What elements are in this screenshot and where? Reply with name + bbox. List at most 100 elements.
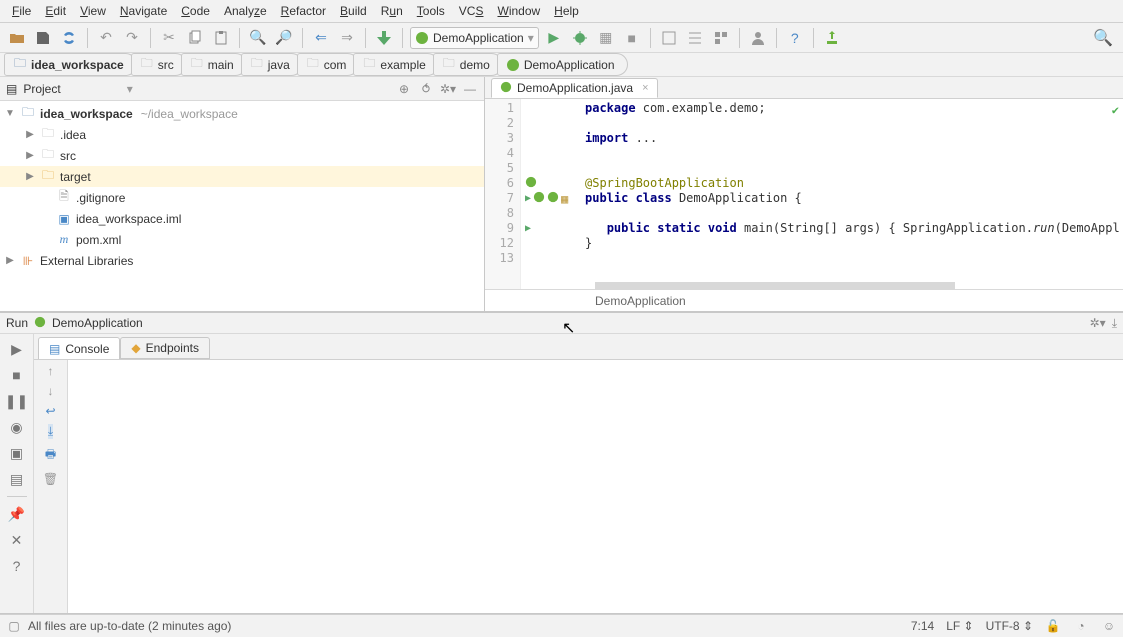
back-icon[interactable]: ⇐ — [310, 27, 332, 49]
close-tab-icon[interactable]: × — [642, 82, 648, 94]
help-icon[interactable]: ? — [784, 27, 806, 49]
menu-edit[interactable]: Edit — [39, 2, 72, 20]
find-icon[interactable]: 🔍 — [247, 27, 269, 49]
spring-bean-icon[interactable] — [525, 176, 537, 191]
menu-navigate[interactable]: Navigate — [114, 2, 173, 20]
readonly-icon[interactable]: 🔓 — [1045, 618, 1061, 634]
run-button[interactable]: ▶ — [543, 27, 565, 49]
pause-icon[interactable]: ❚❚ — [6, 390, 28, 412]
crumb-example[interactable]: 🗀example — [353, 53, 438, 76]
undo-icon[interactable]: ↶ — [95, 27, 117, 49]
down-icon[interactable]: ↓ — [48, 384, 54, 398]
forward-icon[interactable]: ⇒ — [336, 27, 358, 49]
chevron-down-icon[interactable]: ▾ — [127, 82, 133, 96]
editor-breadcrumb[interactable]: DemoApplication — [485, 289, 1123, 311]
crumb-idea-workspace[interactable]: 🗀idea_workspace — [4, 53, 137, 76]
tree-node-pom[interactable]: mpom.xml — [0, 229, 484, 250]
cut-icon[interactable]: ✂ — [158, 27, 180, 49]
dump-icon[interactable]: ◉ — [6, 416, 28, 438]
layout-icon[interactable]: ▤ — [6, 468, 28, 490]
caret-position[interactable]: 7:14 — [911, 619, 934, 633]
run-line-icon[interactable]: ▶ — [525, 223, 531, 234]
menu-vcs[interactable]: VCS — [453, 2, 490, 20]
open-icon[interactable] — [6, 27, 28, 49]
menu-code[interactable]: Code — [175, 2, 216, 20]
sync-icon[interactable] — [58, 27, 80, 49]
menu-help[interactable]: Help — [548, 2, 585, 20]
spring-bean-icon[interactable] — [533, 191, 545, 206]
spring-bean-icon[interactable] — [547, 191, 559, 206]
stop-button[interactable]: ■ — [6, 364, 28, 386]
pin-icon[interactable]: 📌 — [6, 503, 28, 525]
debug-button[interactable] — [569, 27, 591, 49]
tab-console[interactable]: ▤ Console — [38, 337, 120, 359]
hide-icon[interactable]: ⤓ — [1112, 316, 1117, 331]
crumb-class[interactable]: DemoApplication — [497, 53, 628, 76]
excluded-folder-icon: 🗀 — [40, 169, 56, 185]
crumb-com[interactable]: 🗀com — [297, 53, 360, 76]
rerun-button[interactable]: ▶ — [6, 338, 28, 360]
crumb-java[interactable]: 🗀java — [241, 53, 303, 76]
run-line-icon[interactable]: ▶ — [525, 193, 531, 204]
exit-icon[interactable]: ▣ — [6, 442, 28, 464]
settings-icon[interactable]: ✲▾ — [440, 81, 456, 97]
collapse-icon[interactable]: ⊕ — [396, 81, 412, 97]
menu-build[interactable]: Build — [334, 2, 373, 20]
tree-node-src[interactable]: ▶🗀src — [0, 145, 484, 166]
print-icon[interactable]: 🖶 — [45, 445, 56, 466]
project-view-icon[interactable]: ▤ — [6, 82, 17, 96]
paste-icon[interactable] — [210, 27, 232, 49]
tree-node-gitignore[interactable]: 🗎.gitignore — [0, 187, 484, 208]
up-icon[interactable]: ↑ — [48, 364, 54, 378]
file-encoding[interactable]: UTF-8 ⇕ — [986, 619, 1033, 633]
run-config-selector[interactable]: DemoApplication ▾ — [410, 27, 539, 49]
crumb-src[interactable]: 🗀src — [131, 53, 187, 76]
avatar-icon[interactable] — [747, 27, 769, 49]
replace-icon[interactable]: 🔎 — [273, 27, 295, 49]
menu-view[interactable]: View — [74, 2, 112, 20]
structure2-icon[interactable] — [710, 27, 732, 49]
menu-window[interactable]: Window — [491, 2, 546, 20]
crumb-main[interactable]: 🗀main — [181, 53, 247, 76]
copy-icon[interactable] — [184, 27, 206, 49]
project-tree[interactable]: ▼ 🗀 idea_workspace ~/idea_workspace ▶🗀.i… — [0, 101, 484, 311]
scroll-end-icon[interactable]: ⤓ — [48, 424, 53, 439]
redo-icon[interactable]: ↷ — [121, 27, 143, 49]
tree-external-libs[interactable]: ▶⊪External Libraries — [0, 250, 484, 271]
bean-nav-icon[interactable]: ▦ — [561, 192, 568, 206]
tree-root[interactable]: ▼ 🗀 idea_workspace ~/idea_workspace — [0, 103, 484, 124]
code-area[interactable]: package com.example.demo; import ... @Sp… — [581, 99, 1123, 289]
settings-icon[interactable]: ✲▾ — [1090, 316, 1106, 331]
structure-icon[interactable] — [684, 27, 706, 49]
tab-endpoints[interactable]: ◆ Endpoints — [120, 337, 210, 359]
clear-icon[interactable]: 🗑 — [43, 472, 58, 486]
close-icon[interactable]: ✕ — [6, 529, 28, 551]
console-output[interactable] — [68, 360, 1123, 613]
toolwindow-toggle-icon[interactable]: ▢ — [6, 618, 22, 634]
crumb-demo[interactable]: 🗀demo — [433, 53, 503, 76]
notifications-icon[interactable]: ◔ — [1073, 618, 1089, 634]
tree-node-target[interactable]: ▶🗀target — [0, 166, 484, 187]
menu-run[interactable]: Run — [375, 2, 409, 20]
coverage-icon[interactable]: ▦ — [595, 27, 617, 49]
stop-button[interactable]: ■ — [621, 27, 643, 49]
hector-icon[interactable]: ☺ — [1101, 618, 1117, 634]
editor-body[interactable]: ✔ 1 2 3 4 5 6 7 8 9 12 13 ▶ — [485, 99, 1123, 289]
help-icon[interactable]: ? — [6, 555, 28, 577]
editor-tab-demoapp[interactable]: DemoApplication.java × — [491, 78, 658, 98]
hide-icon[interactable]: — — [462, 81, 478, 97]
soft-wrap-icon[interactable]: ↩ — [45, 404, 55, 418]
update-icon[interactable] — [821, 27, 843, 49]
menu-refactor[interactable]: Refactor — [275, 2, 332, 20]
line-separator[interactable]: LF ⇕ — [946, 619, 973, 633]
menu-tools[interactable]: Tools — [411, 2, 451, 20]
tree-node-idea[interactable]: ▶🗀.idea — [0, 124, 484, 145]
menu-analyze[interactable]: Analyze — [218, 2, 273, 20]
build-icon[interactable] — [373, 27, 395, 49]
tree-node-iml[interactable]: ▣idea_workspace.iml — [0, 208, 484, 229]
search-everywhere-icon[interactable]: 🔍 — [1093, 28, 1117, 48]
menu-file[interactable]: File — [6, 2, 37, 20]
save-all-icon[interactable] — [32, 27, 54, 49]
profile-icon[interactable] — [658, 27, 680, 49]
select-opened-icon[interactable]: ⥀ — [418, 81, 434, 97]
